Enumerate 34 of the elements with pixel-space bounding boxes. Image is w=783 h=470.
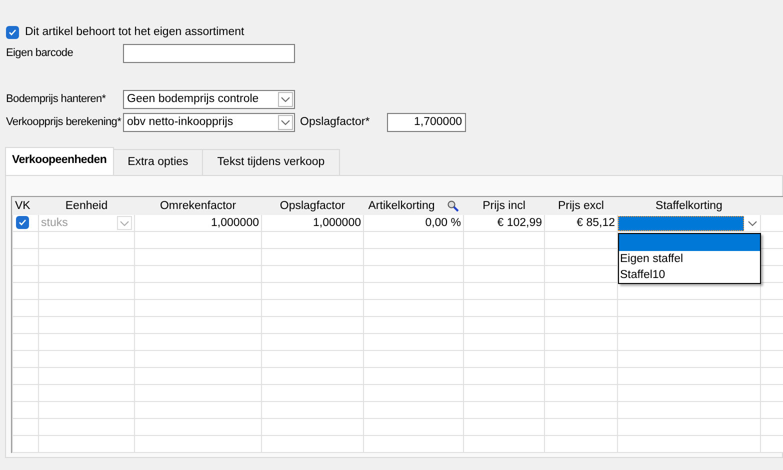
caret-icon	[278, 114, 293, 130]
column-header: Artikelkorting	[368, 200, 435, 212]
table-cell: 1,000000	[313, 217, 361, 229]
caret-icon	[278, 92, 293, 106]
check-icon	[8, 28, 17, 36]
field-label: Eigen barcode	[6, 47, 74, 59]
check-icon	[18, 218, 27, 227]
dropdown-option[interactable]: Staffel10	[619, 267, 760, 283]
column-header: Prijs incl	[482, 200, 526, 212]
floor-price-dropdown[interactable]: Geen bodemprijs controle	[123, 90, 295, 108]
markup-field[interactable]: 1,700000	[387, 112, 466, 132]
column-header: VK	[15, 200, 30, 212]
tab[interactable]: Tekst tijdens verkoop	[202, 149, 340, 175]
column-header: Opslagfactor	[280, 200, 346, 212]
column-header: Eenheid	[65, 200, 108, 212]
column-header: Prijs excl	[558, 200, 604, 212]
table-cell: € 102,99	[497, 217, 542, 229]
table-cell: 0,00 %	[425, 217, 461, 229]
table-cell: stuks	[41, 217, 68, 229]
checkbox-label: Dit artikel behoort tot het eigen assortiment	[25, 26, 244, 38]
field-label: Opslagfactor*	[300, 116, 371, 128]
barcode-field[interactable]	[123, 44, 295, 62]
column-header: Staffelkorting	[656, 200, 722, 212]
checkbox[interactable]	[6, 26, 19, 38]
table-cell: 1,000000	[211, 217, 259, 229]
discount-combo-field[interactable]	[618, 216, 744, 230]
field-label: Verkoopprijs berekening*	[6, 116, 122, 128]
price-calculation-dropdown[interactable]: obv netto-inkoopprijs	[123, 112, 295, 132]
checkbox[interactable]	[16, 216, 29, 229]
search-icon[interactable]	[446, 200, 459, 212]
table-cell: € 85,12	[576, 217, 615, 229]
tab[interactable]: Verkoopeenheden	[5, 147, 114, 175]
field-label: Bodemprijs hanteren*	[6, 93, 107, 105]
column-header: Omrekenfactor	[160, 200, 236, 212]
